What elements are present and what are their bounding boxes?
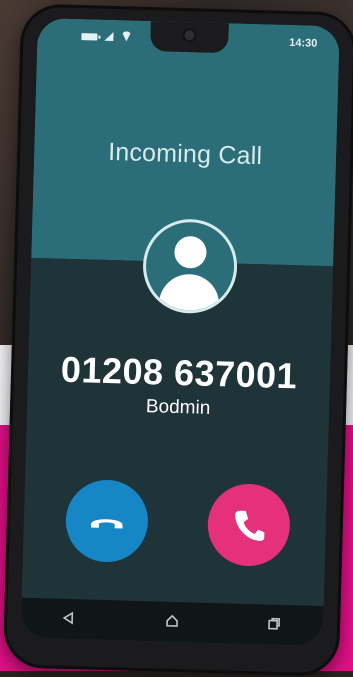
wifi-icon	[121, 31, 131, 41]
signal-icon	[104, 31, 114, 42]
battery-icon	[81, 33, 98, 41]
avatar-head	[174, 235, 207, 269]
navigation-bar	[20, 597, 324, 647]
phone-hangup-icon	[90, 519, 123, 529]
front-camera	[182, 27, 197, 43]
home-icon[interactable]	[165, 614, 180, 633]
phone-icon	[235, 510, 265, 542]
phone-screen: 14:30 Incoming Call 01208 637001 Bodmin	[20, 17, 340, 647]
notch	[150, 21, 229, 54]
back-icon[interactable]	[61, 611, 76, 630]
screen-bottom-panel	[20, 257, 334, 647]
phone-frame: 14:30 Incoming Call 01208 637001 Bodmin	[2, 3, 353, 677]
caller-number: 01208 637001	[60, 348, 298, 397]
status-time: 14:30	[289, 36, 318, 50]
avatar-body	[158, 273, 220, 315]
recents-icon[interactable]	[267, 617, 282, 636]
